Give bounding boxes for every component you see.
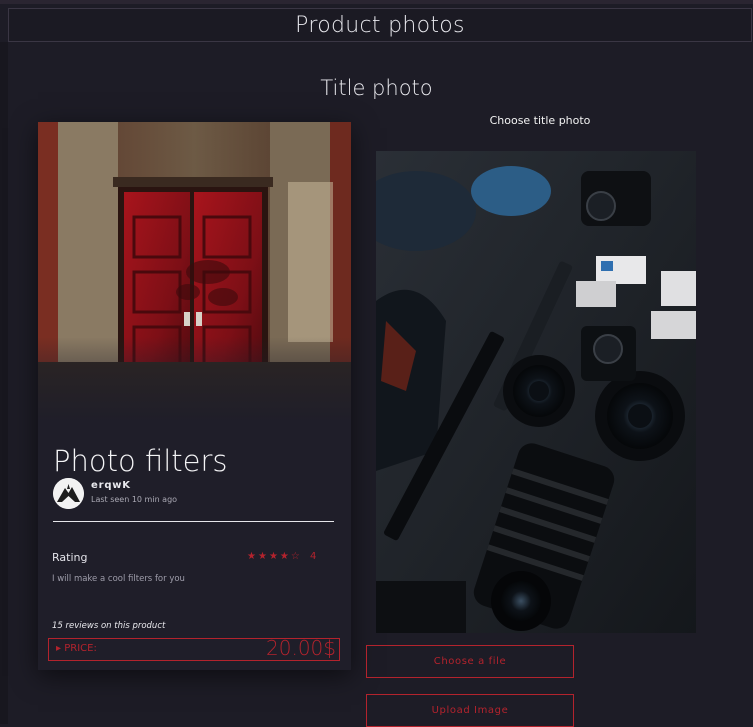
upload-image-button[interactable]: Upload Image bbox=[366, 694, 574, 727]
page-title: Product photos bbox=[295, 12, 465, 38]
price-label: PRICE: bbox=[64, 643, 97, 654]
top-edge bbox=[0, 0, 753, 4]
product-description: I will make a cool filters for you bbox=[52, 574, 185, 584]
avatar[interactable] bbox=[53, 478, 84, 509]
left-rail bbox=[0, 42, 8, 724]
rating-value: 4 bbox=[310, 551, 317, 562]
star-icon: ★ bbox=[257, 551, 269, 562]
product-card: Photo filters erqwK Last seen 10 min ago… bbox=[38, 122, 351, 670]
card-title: Photo filters bbox=[53, 444, 228, 478]
star-icon: ★ bbox=[268, 551, 280, 562]
divider bbox=[53, 521, 334, 522]
section-title: Title photo bbox=[320, 76, 433, 100]
star-icon: ★ bbox=[279, 551, 291, 562]
price-label-row: ▸ PRICE: bbox=[56, 643, 97, 654]
username[interactable]: erqwK bbox=[91, 480, 131, 491]
choose-file-button[interactable]: Choose a file bbox=[366, 645, 574, 678]
price-box: ▸ PRICE: 20.00$ bbox=[48, 636, 340, 661]
star-icon: ★ bbox=[247, 551, 258, 562]
reviews-count[interactable]: 15 reviews on this product bbox=[52, 621, 165, 631]
price-value: 20.00$ bbox=[266, 636, 336, 660]
title-photo-preview[interactable] bbox=[376, 151, 696, 633]
caret-right-icon: ▸ bbox=[56, 643, 62, 654]
last-seen: Last seen 10 min ago bbox=[91, 495, 178, 504]
rating-label: Rating bbox=[52, 551, 88, 564]
card-photo-red-door bbox=[38, 122, 351, 422]
rating-stars: ★★★★☆ 4 bbox=[247, 551, 316, 562]
star-empty-icon: ☆ bbox=[290, 551, 302, 562]
choose-title-photo-label: Choose title photo bbox=[489, 114, 591, 127]
mountain-logo-icon bbox=[53, 478, 84, 509]
page-header: Product photos bbox=[8, 8, 752, 42]
